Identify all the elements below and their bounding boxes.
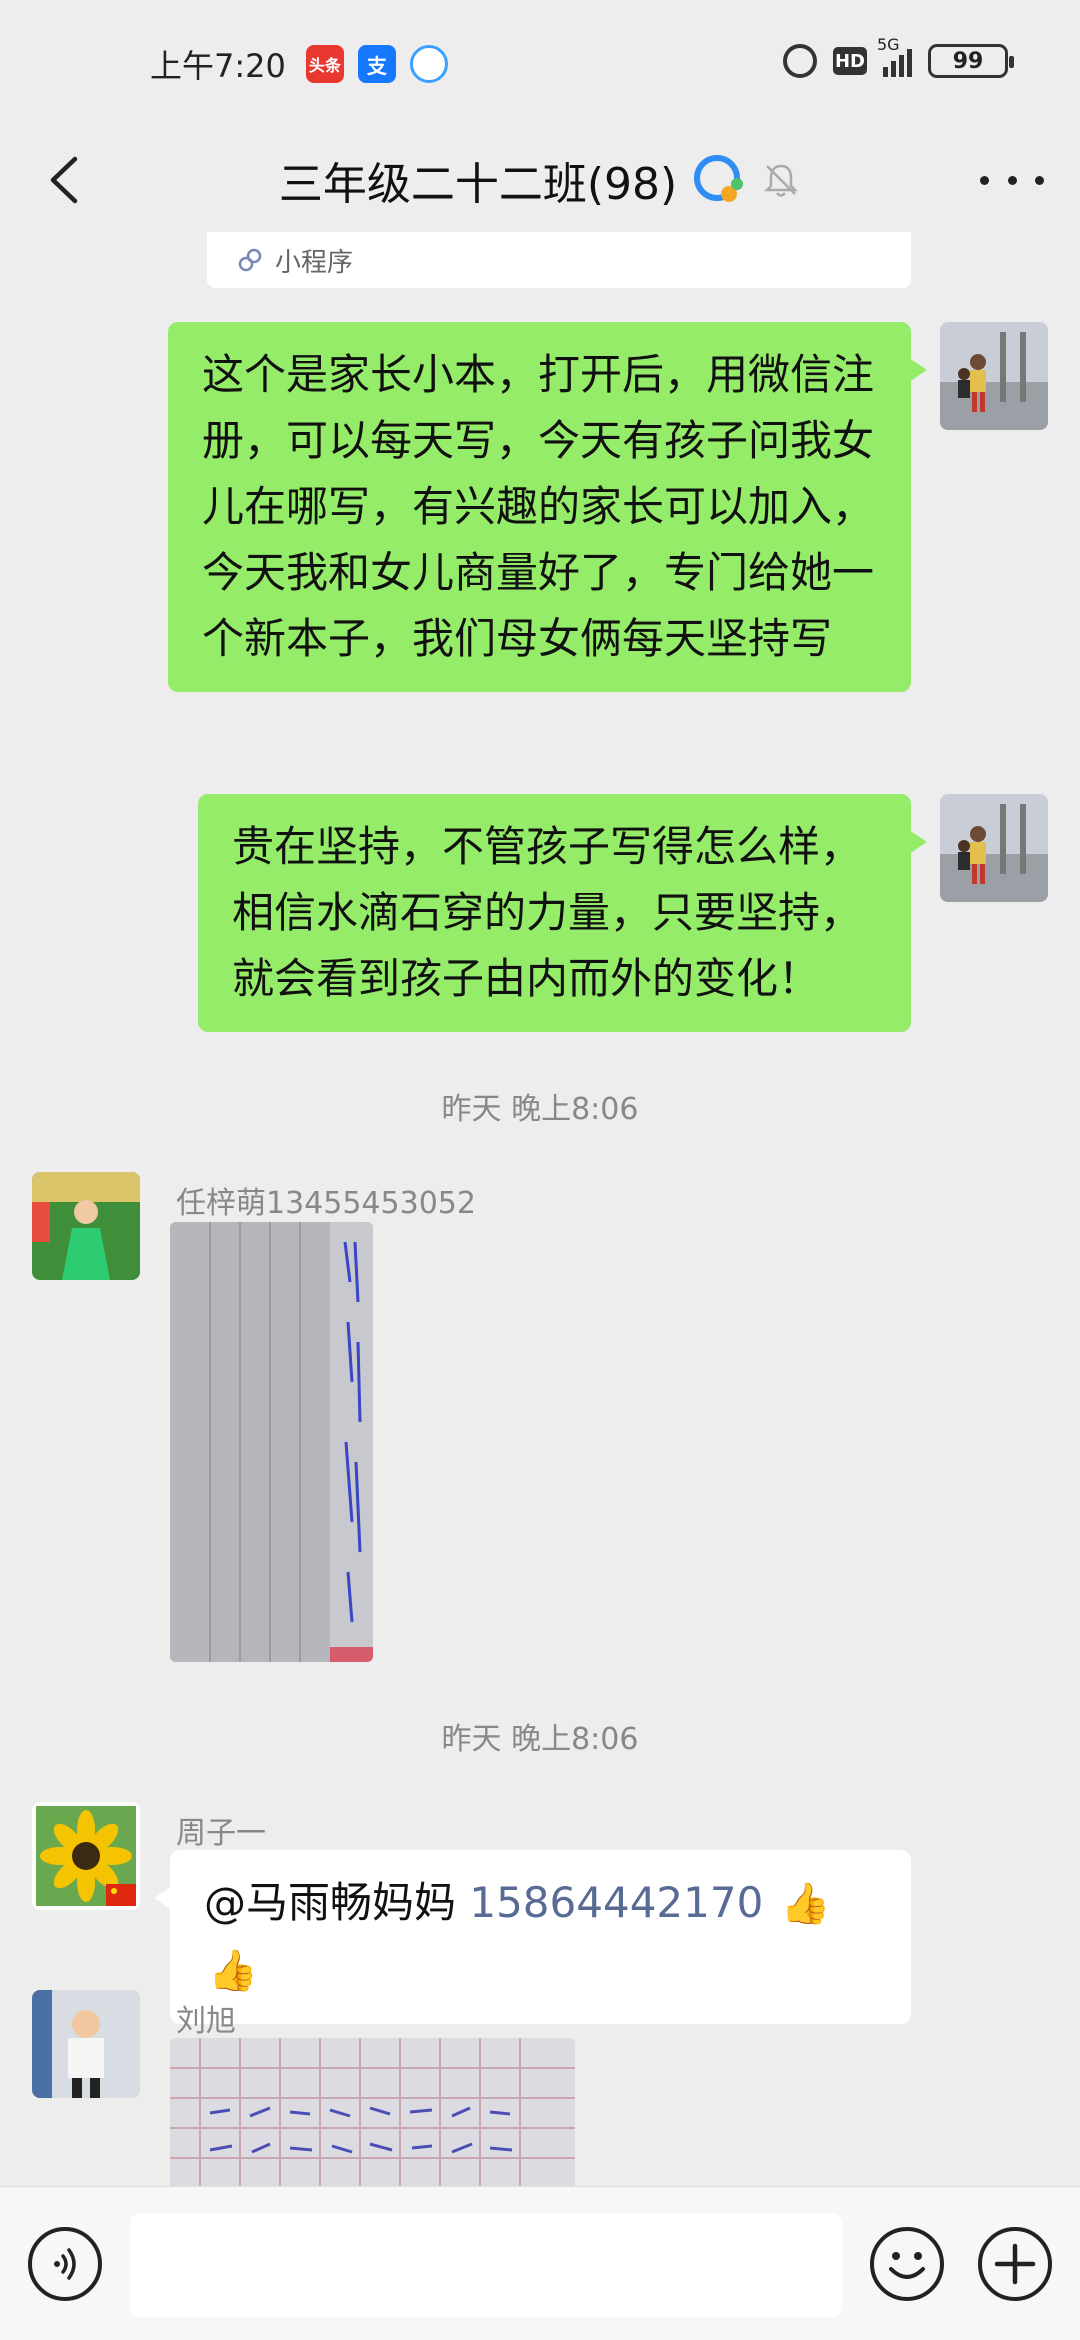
avatar-photo	[940, 322, 1048, 430]
title-bar: 三年级二十二班(98)	[0, 128, 1080, 232]
thumbs-up-icon: 👍	[780, 1881, 831, 1927]
message-bubble-self[interactable]: 贵在坚持，不管孩子写得怎么样，相信水滴石穿的力量，只要坚持，就会看到孩子由内而外…	[198, 794, 927, 1032]
member-avatar[interactable]	[32, 1802, 140, 1910]
network-label: 5G	[877, 35, 900, 54]
self-avatar[interactable]	[940, 794, 1048, 902]
mini-program-icon	[238, 248, 262, 272]
mute-icon	[764, 164, 799, 197]
chat-app-icon	[409, 45, 448, 83]
emoji-icon	[889, 2252, 925, 2279]
signal-icon: 5G	[877, 35, 912, 77]
message-image[interactable]	[170, 1222, 373, 1662]
dot-icon	[980, 175, 989, 185]
back-button[interactable]	[36, 152, 92, 208]
toutiao-icon: 头条	[305, 45, 344, 83]
voice-icon	[54, 2248, 76, 2280]
notebook-photo	[170, 1222, 373, 1662]
avatar-photo	[32, 1172, 140, 1280]
plus-icon	[994, 2243, 1036, 2285]
battery-icon: 99	[928, 44, 1014, 78]
hd-icon: HD	[833, 47, 867, 75]
message-bubble-other[interactable]: @马雨畅妈妈 15864442170 👍 👍	[154, 1850, 911, 2024]
phone-link[interactable]: 15864442170	[469, 1878, 763, 1927]
chat-title[interactable]: 三年级二十二班(98)	[279, 148, 677, 212]
message-text: 贵在坚持，不管孩子写得怎么样，相信水滴石穿的力量，只要坚持，就会看到孩子由内而外…	[232, 822, 863, 1003]
group-chat-icon	[694, 155, 744, 202]
sender-name: 任梓萌13455453052	[176, 1186, 476, 1221]
member-avatar[interactable]	[32, 1990, 140, 2098]
back-arrow-icon	[50, 156, 78, 204]
notebook-photo	[170, 2038, 575, 2186]
avatar-photo	[32, 1802, 140, 1910]
dot-icon	[1007, 175, 1017, 185]
alipay-icon: 支	[357, 45, 396, 83]
avatar-photo	[32, 1990, 140, 2098]
sender-name: 周子一	[176, 1816, 266, 1851]
timestamp: 昨天 晚上8:06	[441, 1722, 639, 1757]
mention-text: @马雨畅妈妈	[204, 1878, 470, 1927]
voice-button[interactable]	[28, 2227, 102, 2301]
more-functions-button[interactable]	[978, 2227, 1052, 2301]
message-bubble-self[interactable]: 这个是家长小本，打开后，用微信注册，可以每天写，今天有孩子问我女儿在哪写，有兴趣…	[168, 322, 927, 692]
message-image[interactable]	[170, 2038, 575, 2186]
more-button[interactable]	[980, 156, 1044, 204]
chat-area[interactable]: 小程序 这个是家长小本，打开后，用微信注册，可以每天写，今天有孩子问我女儿在哪写…	[0, 232, 1080, 2186]
status-indicators: HD 5G 99	[783, 35, 1014, 78]
status-bar: 上午7:20 头条 支 HD 5G 99	[0, 0, 1080, 128]
mini-program-card[interactable]: 小程序	[207, 232, 911, 288]
status-time: 上午7:20	[150, 47, 286, 85]
thumbs-up-icon: 👍	[208, 1948, 258, 1994]
message-input[interactable]	[130, 2213, 842, 2317]
timestamp: 昨天 晚上8:06	[441, 1092, 639, 1127]
dot-icon	[1035, 175, 1044, 185]
avatar-photo	[940, 794, 1048, 902]
message-text: 这个是家长小本，打开后，用微信注册，可以每天写，今天有孩子问我女儿在哪写，有兴趣…	[202, 350, 875, 663]
member-avatar[interactable]	[32, 1172, 140, 1280]
self-avatar[interactable]	[940, 322, 1048, 430]
emoji-button[interactable]	[870, 2227, 944, 2301]
mini-program-label: 小程序	[275, 247, 354, 278]
input-bar	[0, 2186, 1080, 2340]
alarm-icon	[783, 44, 817, 78]
sender-name: 刘旭	[176, 2004, 236, 2039]
